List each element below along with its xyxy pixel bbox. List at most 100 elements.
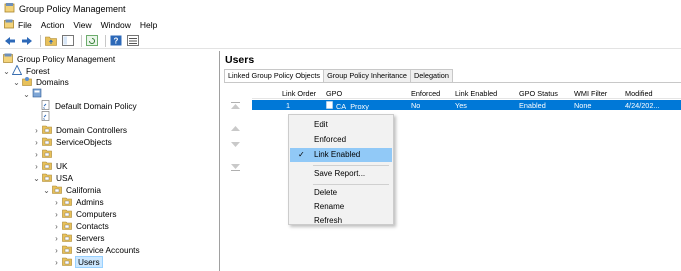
- cell-link-order: 1: [286, 101, 291, 110]
- tree-item-contacts[interactable]: › Contacts: [52, 220, 109, 232]
- column-gpo[interactable]: GPO: [326, 89, 342, 98]
- link-order-buttons: [224, 83, 246, 271]
- cell-gpo-name: CA_Proxy: [336, 101, 369, 111]
- move-up-icon[interactable]: [229, 123, 241, 133]
- chevron-right-icon[interactable]: ›: [52, 210, 61, 219]
- cell-gpo: CA_Proxy: [326, 101, 369, 111]
- tree-item-domains[interactable]: ⌄ Domains: [12, 76, 69, 88]
- menu-item-refresh[interactable]: Refresh: [290, 214, 392, 228]
- domain-icon: [32, 88, 42, 100]
- tree-item-unnamed-ou[interactable]: ›: [32, 148, 56, 160]
- move-to-top-icon[interactable]: [229, 100, 241, 110]
- menu-view[interactable]: View: [73, 20, 91, 30]
- move-down-icon[interactable]: [229, 140, 241, 150]
- menu-item-link-enabled[interactable]: ✓ Link Enabled: [290, 148, 392, 162]
- column-wmi-filter[interactable]: WMI Filter: [574, 89, 607, 98]
- domains-icon: [22, 76, 32, 88]
- help-icon[interactable]: ?: [109, 34, 123, 47]
- tree-item-computers[interactable]: › Computers: [52, 208, 116, 220]
- cell-modified: 4/24/202...: [625, 101, 660, 110]
- menu-file[interactable]: File: [18, 20, 32, 30]
- column-link-enabled[interactable]: Link Enabled: [455, 89, 497, 98]
- tree-item-usa[interactable]: ⌄ USA: [32, 172, 73, 184]
- chevron-right-icon[interactable]: ›: [52, 198, 61, 207]
- chevron-down-icon[interactable]: ⌄: [32, 174, 41, 183]
- menu-bar: File Action View Window Help: [0, 17, 681, 32]
- up-folder-icon[interactable]: [44, 34, 58, 47]
- chevron-right-icon[interactable]: ›: [52, 258, 61, 267]
- tree-item-servers[interactable]: › Servers: [52, 232, 104, 244]
- gpm-icon: [3, 53, 13, 65]
- svg-text:?: ?: [114, 37, 119, 46]
- tab-linked-gpos[interactable]: Linked Group Policy Objects: [224, 69, 325, 83]
- tree-item-domain[interactable]: ⌄: [22, 88, 46, 100]
- console-tree: Group Policy Management ⌄ Forest ⌄ Domai…: [0, 51, 220, 271]
- menu-help[interactable]: Help: [140, 20, 157, 30]
- menu-action[interactable]: Action: [41, 20, 65, 30]
- tree-item-root[interactable]: Group Policy Management: [2, 53, 115, 65]
- forward-arrow-icon[interactable]: [20, 34, 34, 47]
- ou-folder-icon: [62, 197, 72, 208]
- menu-item-enforced[interactable]: Enforced: [290, 133, 392, 147]
- menu-item-delete[interactable]: Delete: [290, 186, 392, 200]
- chevron-right-icon[interactable]: ›: [32, 138, 41, 147]
- cell-enforced: No: [411, 101, 421, 110]
- tab-delegation[interactable]: Delegation: [409, 69, 453, 82]
- tab-gp-inheritance[interactable]: Group Policy Inheritance: [323, 69, 411, 82]
- chevron-right-icon[interactable]: ›: [52, 222, 61, 231]
- column-enforced[interactable]: Enforced: [411, 89, 440, 98]
- chevron-down-icon[interactable]: ⌄: [12, 78, 21, 87]
- chevron-right-icon[interactable]: ›: [32, 162, 41, 171]
- back-arrow-icon[interactable]: [3, 34, 17, 47]
- menu-item-rename[interactable]: Rename: [290, 200, 392, 214]
- gpo-link-icon: [41, 111, 51, 123]
- context-menu: Edit Enforced ✓ Link Enabled Save Report…: [288, 114, 394, 225]
- tree-item-unnamed-gpo-link[interactable]: [40, 111, 55, 123]
- show-hide-tree-icon[interactable]: [61, 34, 75, 47]
- app-icon: [4, 2, 15, 15]
- column-modified[interactable]: Modified: [625, 89, 653, 98]
- ou-folder-icon: [42, 149, 52, 160]
- menu-item-save-report[interactable]: Save Report...: [290, 167, 392, 181]
- tree-item-domain-controllers[interactable]: › Domain Controllers: [32, 124, 127, 136]
- ou-folder-icon: [62, 257, 72, 268]
- tree-item-california[interactable]: ⌄ California: [42, 184, 101, 196]
- refresh-icon[interactable]: [85, 34, 99, 47]
- column-gpo-status[interactable]: GPO Status: [519, 89, 558, 98]
- chevron-down-icon[interactable]: ⌄: [22, 90, 31, 99]
- menu-item-link-enabled-label: Link Enabled: [314, 150, 361, 159]
- move-to-bottom-icon[interactable]: [229, 162, 241, 172]
- details-tabs: Linked Group Policy Objects Group Policy…: [224, 69, 453, 83]
- toolbar-separator: [105, 34, 106, 47]
- menu-separator: [313, 165, 389, 166]
- tree-item-serviceobjects[interactable]: › ServiceObjects: [32, 136, 112, 148]
- tree-item-admins[interactable]: › Admins: [52, 196, 104, 208]
- toolbar: ?: [0, 33, 681, 49]
- tree-item-users[interactable]: › Users: [52, 256, 103, 268]
- menu-item-edit[interactable]: Edit: [290, 118, 392, 132]
- properties-icon[interactable]: [126, 34, 140, 47]
- table-row[interactable]: 1 CA_Proxy No Yes Enabled None 4/24/202.…: [252, 100, 681, 111]
- menu-window[interactable]: Window: [101, 20, 131, 30]
- cell-link-enabled: Yes: [455, 101, 467, 110]
- menu-separator: [313, 184, 389, 185]
- chevron-right-icon[interactable]: ›: [52, 246, 61, 255]
- ou-folder-icon: [42, 173, 52, 184]
- cell-wmi-filter: None: [574, 101, 592, 110]
- ou-folder-icon: [52, 185, 62, 196]
- chevron-down-icon[interactable]: ⌄: [42, 186, 51, 195]
- gpo-link-icon: [326, 101, 334, 111]
- tree-item-uk[interactable]: › UK: [32, 160, 67, 172]
- chevron-right-icon[interactable]: ›: [52, 234, 61, 243]
- toolbar-separator: [81, 34, 82, 47]
- ou-folder-icon: [62, 209, 72, 220]
- window-title: Group Policy Management: [19, 3, 126, 14]
- details-title: Users: [225, 54, 255, 66]
- chevron-down-icon[interactable]: ⌄: [2, 67, 11, 76]
- column-link-order[interactable]: Link Order: [282, 89, 316, 98]
- menu-file-icon: [4, 19, 14, 31]
- chevron-right-icon[interactable]: ›: [32, 150, 41, 159]
- chevron-right-icon[interactable]: ›: [32, 126, 41, 135]
- ou-folder-icon: [62, 233, 72, 244]
- tree-item-service-accounts[interactable]: › Service Accounts: [52, 244, 139, 256]
